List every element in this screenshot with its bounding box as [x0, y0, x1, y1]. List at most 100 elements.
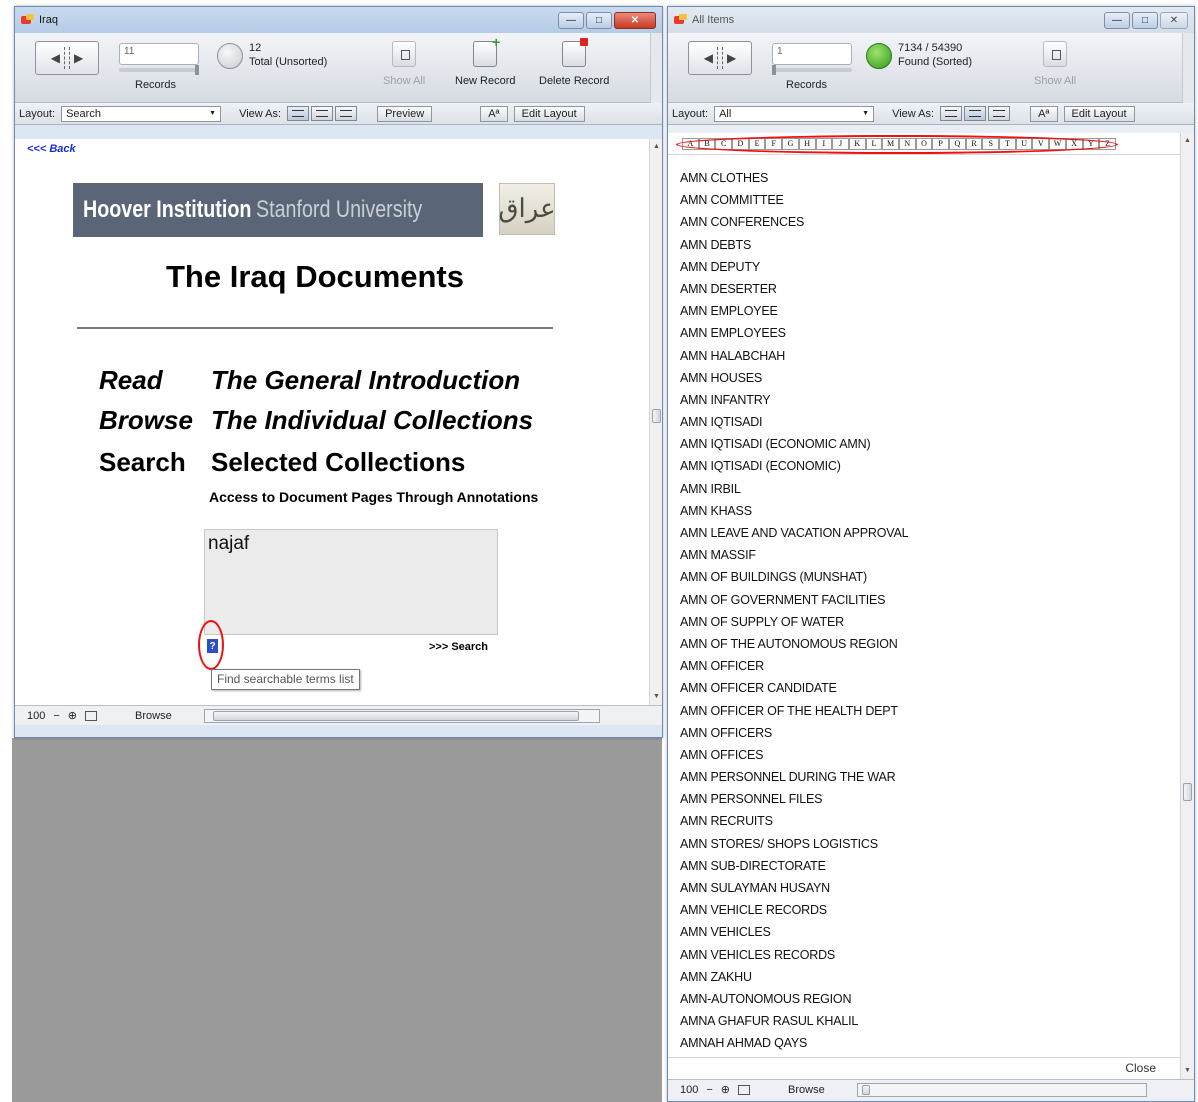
horizontal-scrollbar[interactable]	[203, 708, 600, 723]
list-item[interactable]: AMN OFFICER OF THE HEALTH DEPT	[680, 700, 908, 722]
record-book-navigator[interactable]: ◀ ▶	[35, 41, 99, 75]
format-bar-button[interactable]: Aª	[1030, 105, 1058, 122]
view-table-button[interactable]	[335, 106, 358, 121]
list-item[interactable]: AMN CLOTHES	[680, 167, 908, 189]
search-input[interactable]: najaf	[204, 529, 498, 635]
search-link[interactable]: >>> Search	[429, 641, 488, 653]
list-item[interactable]: AMN IRBIL	[680, 478, 908, 500]
list-item[interactable]: AMN OFFICER	[680, 655, 908, 677]
list-item[interactable]: AMN VEHICLE RECORDS	[680, 899, 908, 921]
list-item[interactable]: AMN OF SUPPLY OF WATER	[680, 611, 908, 633]
close-button[interactable]: Close	[1125, 1061, 1156, 1075]
minimize-button[interactable]: —	[558, 11, 584, 29]
zoom-in-icon[interactable]: ⊕	[68, 709, 77, 722]
prev-record-icon[interactable]: ◀	[704, 51, 713, 65]
list-item[interactable]: AMN STORES/ SHOPS LOGISTICS	[680, 833, 908, 855]
maximize-button[interactable]: □	[586, 11, 612, 29]
list-item[interactable]: AMN DEPUTY	[680, 256, 908, 278]
nav-search-row[interactable]: Search Selected Collections	[99, 447, 465, 478]
list-item[interactable]: AMN SUB-DIRECTORATE	[680, 855, 908, 877]
preview-button[interactable]: Preview	[377, 105, 433, 122]
scroll-thumb[interactable]	[652, 409, 661, 423]
list-item[interactable]: AMNA GHAFUR RASUL KHALIL	[680, 1010, 908, 1032]
format-bar-button[interactable]: Aª	[480, 105, 508, 122]
list-item[interactable]: AMN ZAKHU	[680, 966, 908, 988]
layout-select[interactable]: All ▼	[714, 105, 875, 122]
zoom-out-icon[interactable]: −	[53, 710, 59, 722]
status-toolbar-toggle-icon[interactable]	[85, 710, 98, 721]
view-table-button[interactable]	[988, 106, 1011, 121]
edit-layout-button[interactable]: Edit Layout	[513, 105, 585, 122]
mode-indicator[interactable]: Browse	[788, 1084, 825, 1096]
scroll-thumb[interactable]	[1183, 783, 1192, 801]
vertical-scrollbar[interactable]: ▲ ▼	[1180, 133, 1194, 1079]
list-item[interactable]: AMN OF THE AUTONOMOUS REGION	[680, 633, 908, 655]
nav-read-row[interactable]: Read The General Introduction	[99, 365, 520, 396]
title-bar[interactable]: All Items — □ ✕	[668, 7, 1194, 33]
current-record-input[interactable]: 1	[772, 43, 852, 65]
record-book-navigator[interactable]: ◀ ▶	[688, 41, 752, 75]
list-item[interactable]: AMN MASSIF	[680, 544, 908, 566]
view-list-button[interactable]	[311, 106, 334, 121]
delete-record-button[interactable]: Delete Record	[539, 38, 609, 87]
mode-indicator[interactable]: Browse	[135, 710, 172, 722]
list-item[interactable]: AMN HOUSES	[680, 367, 908, 389]
list-item[interactable]: AMN VEHICLES	[680, 921, 908, 943]
list-item[interactable]: AMN RECRUITS	[680, 810, 908, 832]
selected-collections-link[interactable]: Selected Collections	[211, 447, 465, 477]
list-item[interactable]: AMN SULAYMAN HUSAYN	[680, 877, 908, 899]
record-slider[interactable]	[119, 65, 199, 75]
toolbar-scrollbar[interactable]	[1182, 33, 1194, 103]
list-item[interactable]: AMN OFFICER CANDIDATE	[680, 677, 908, 699]
status-toolbar-toggle-icon[interactable]	[738, 1084, 751, 1095]
list-item[interactable]: AMN DEBTS	[680, 234, 908, 256]
zoom-out-icon[interactable]: −	[706, 1084, 712, 1096]
list-item[interactable]: AMN KHASS	[680, 500, 908, 522]
list-item[interactable]: AMN COMMITTEE	[680, 189, 908, 211]
list-item[interactable]: AMN OF GOVERNMENT FACILITIES	[680, 589, 908, 611]
list-item[interactable]: AMN INFANTRY	[680, 389, 908, 411]
list-item[interactable]: AMN OF BUILDINGS (MUNSHAT)	[680, 566, 908, 588]
list-item[interactable]: AMN DESERTER	[680, 278, 908, 300]
view-form-button[interactable]	[287, 106, 310, 121]
new-record-button[interactable]: New Record	[455, 34, 516, 87]
current-record-input[interactable]: 11	[119, 43, 199, 65]
edit-layout-button[interactable]: Edit Layout	[1063, 105, 1135, 122]
list-item[interactable]: AMN LEAVE AND VACATION APPROVAL	[680, 522, 909, 544]
record-slider[interactable]	[772, 65, 852, 75]
list-item[interactable]: AMN CONFERENCES	[680, 211, 908, 233]
list-item[interactable]: AMN IQTISADI (ECONOMIC)	[680, 455, 908, 477]
list-item[interactable]: AMN OFFICERS	[680, 722, 908, 744]
close-window-button[interactable]: ✕	[614, 11, 656, 29]
title-bar[interactable]: Iraq — □ ✕	[15, 7, 662, 33]
list-item[interactable]: AMN PERSONNEL FILES	[680, 788, 908, 810]
zoom-level[interactable]: 100	[27, 710, 45, 722]
list-item[interactable]: AMN OFFICES	[680, 744, 908, 766]
back-link[interactable]: <<< Back	[27, 143, 76, 155]
list-item[interactable]: AMN HALABCHAH	[680, 345, 908, 367]
view-form-button[interactable]	[940, 106, 963, 121]
list-item[interactable]: AMNAH AHMAD QAYS	[680, 1032, 908, 1054]
next-record-icon[interactable]: ▶	[74, 51, 83, 65]
prev-record-icon[interactable]: ◀	[51, 51, 60, 65]
zoom-in-icon[interactable]: ⊕	[721, 1083, 730, 1096]
individual-collections-link[interactable]: The Individual Collections	[211, 405, 533, 435]
horizontal-scrollbar[interactable]	[856, 1082, 1147, 1097]
layout-select[interactable]: Search ▼	[61, 105, 222, 122]
list-item[interactable]: AMN IQTISADI	[680, 411, 908, 433]
minimize-button[interactable]: —	[1104, 11, 1130, 29]
toolbar-scrollbar[interactable]	[650, 33, 662, 103]
close-window-button[interactable]: ✕	[1160, 11, 1188, 29]
zoom-level[interactable]: 100	[680, 1084, 698, 1096]
nav-browse-row[interactable]: Browse The Individual Collections	[99, 405, 533, 436]
list-item[interactable]: AMN PERSONNEL DURING THE WAR	[680, 766, 908, 788]
view-list-button[interactable]	[964, 106, 987, 121]
vertical-scrollbar[interactable]: ▲ ▼	[649, 139, 662, 705]
list-item[interactable]: AMN EMPLOYEE	[680, 300, 908, 322]
next-record-icon[interactable]: ▶	[727, 51, 736, 65]
list-item[interactable]: AMN EMPLOYEES	[680, 322, 908, 344]
show-all-button[interactable]: Show All	[1034, 41, 1076, 87]
show-all-button[interactable]: Show All	[383, 41, 425, 87]
list-item[interactable]: AMN VEHICLES RECORDS	[680, 944, 908, 966]
general-introduction-link[interactable]: The General Introduction	[211, 365, 520, 395]
